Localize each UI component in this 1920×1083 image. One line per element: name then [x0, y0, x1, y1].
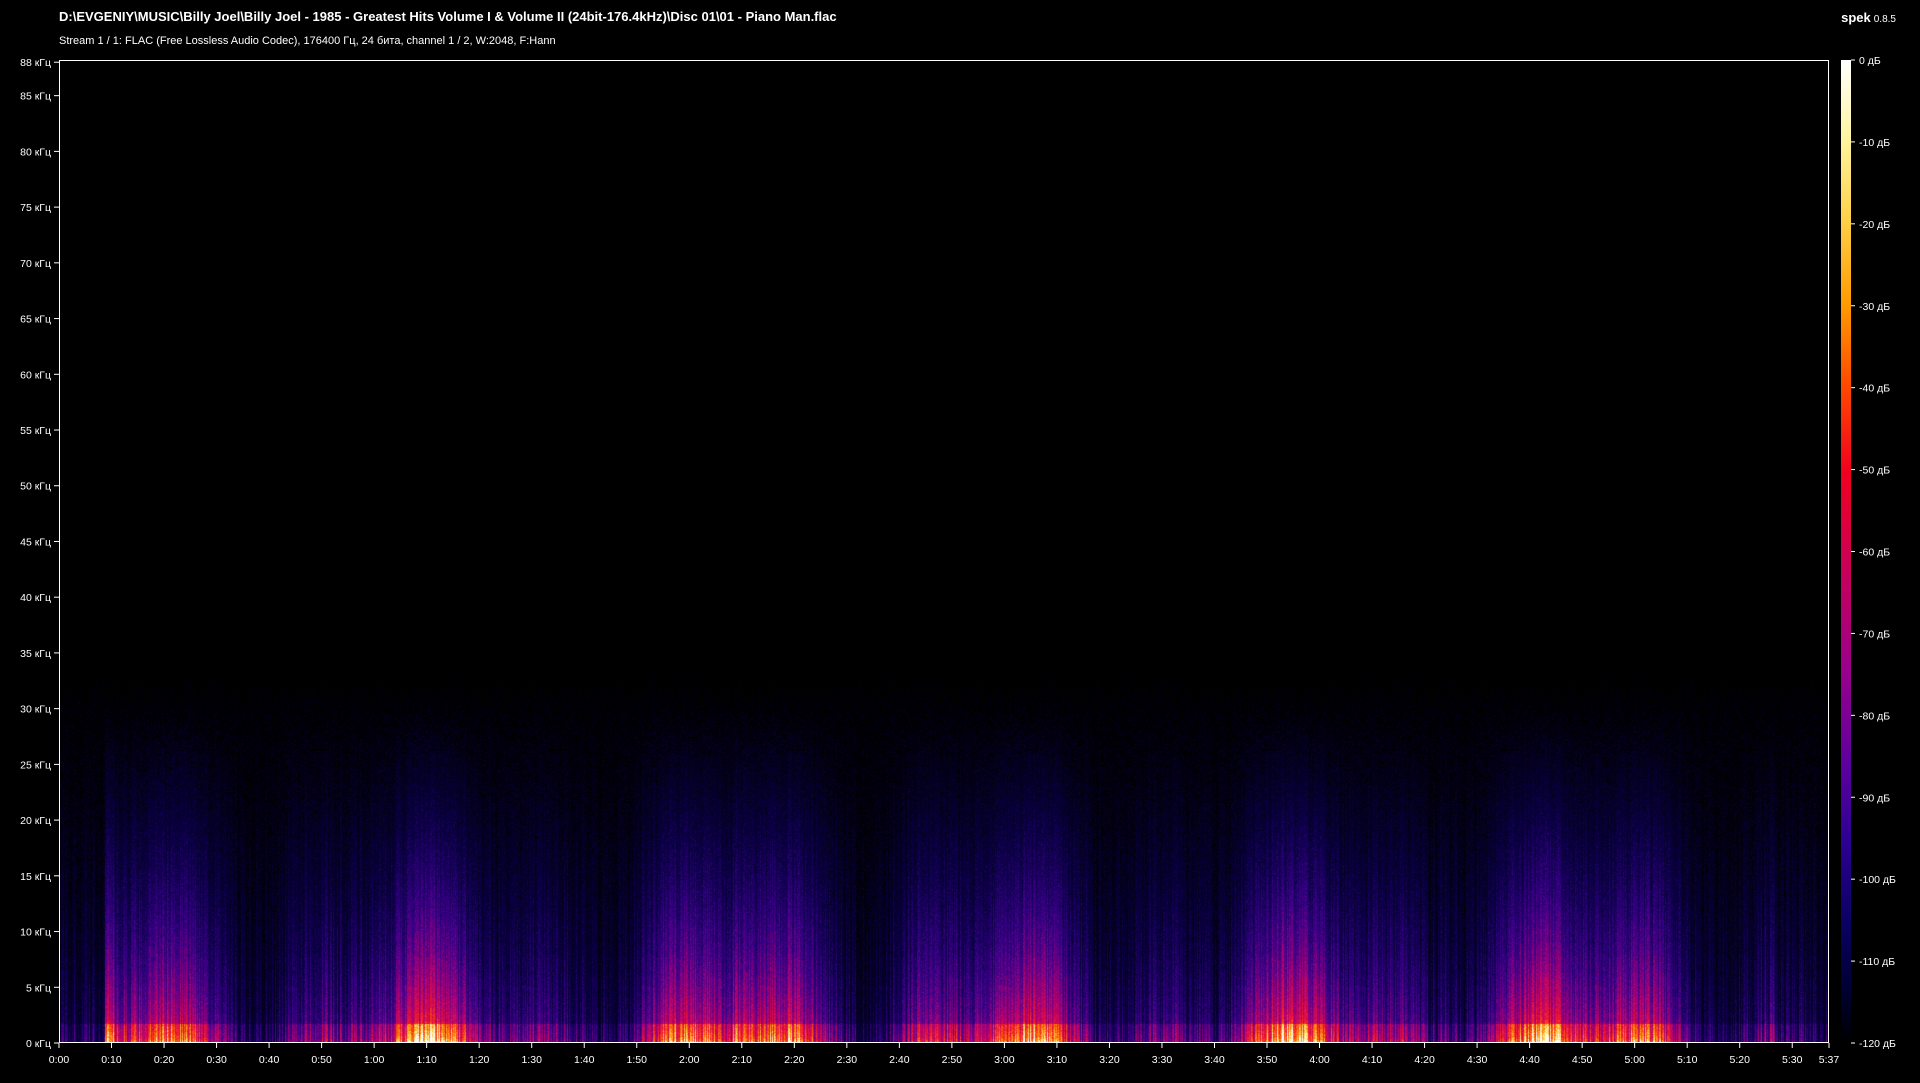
freq-tick-label: 80 кГц [20, 146, 51, 158]
time-axis: 0:00 0:10 0:20 0:30 0:40 0:50 1:00 1:10 1:20 1:30… [49, 1043, 1840, 1066]
stream-info: Stream 1 / 1: FLAC (Free Lossless Audio … [59, 35, 556, 47]
time-tick-label: 0:20 [154, 1054, 175, 1066]
time-tick-label: 0:40 [259, 1054, 280, 1066]
time-tick-label: 4:10 [1362, 1054, 1383, 1066]
time-tick-label: 2:00 [679, 1054, 700, 1066]
time-tick-label: 2:30 [837, 1054, 858, 1066]
freq-tick-label: 5 кГц [26, 982, 51, 994]
db-tick-label: -80 дБ [1859, 710, 1890, 722]
time-tick-label: 3:30 [1152, 1054, 1173, 1066]
freq-tick-label: 65 кГц [20, 314, 51, 326]
freq-tick-label: 30 кГц [20, 704, 51, 716]
time-tick-label: 4:50 [1572, 1054, 1593, 1066]
time-tick-label: 3:40 [1204, 1054, 1225, 1066]
time-tick-label: 2:10 [732, 1054, 753, 1066]
freq-tick-label: 35 кГц [20, 648, 51, 660]
db-tick-label: -10 дБ [1859, 137, 1890, 149]
db-tick-label: -50 дБ [1859, 465, 1890, 477]
db-tick-label: -20 дБ [1859, 219, 1890, 231]
file-path-title: D:\EVGENIY\MUSIC\Billy Joel\Billy Joel -… [59, 9, 837, 24]
freq-tick-label: 10 кГц [20, 927, 51, 939]
app-version: 0.8.5 [1873, 14, 1896, 25]
db-tick-label: -30 дБ [1859, 301, 1890, 313]
time-tick-label: 0:30 [206, 1054, 227, 1066]
freq-tick-label: 88 кГц [20, 57, 51, 69]
time-tick-label: 2:50 [942, 1054, 963, 1066]
time-tick-label: 1:50 [627, 1054, 648, 1066]
db-tick-label: 0 дБ [1859, 55, 1881, 67]
time-tick-label: 5:20 [1729, 1054, 1750, 1066]
time-tick-label: 4:20 [1414, 1054, 1435, 1066]
time-tick-label: 1:20 [469, 1054, 490, 1066]
db-tick-label: -70 дБ [1859, 628, 1890, 640]
time-tick-label: 4:00 [1309, 1054, 1330, 1066]
freq-tick-label: 50 кГц [20, 481, 51, 493]
time-tick-label: 1:00 [364, 1054, 385, 1066]
spectrogram-image [60, 61, 1828, 1042]
time-tick-label: 0:50 [311, 1054, 332, 1066]
db-axis: 0 дБ -10 дБ -20 дБ -30 дБ -40 дБ -50 дБ -60 дБ… [1851, 55, 1896, 1050]
app-name: spek [1841, 10, 1871, 25]
time-tick-label: 3:10 [1047, 1054, 1068, 1066]
time-tick-label: 0:00 [49, 1054, 70, 1066]
freq-tick-label: 40 кГц [20, 592, 51, 604]
db-tick-label: -100 дБ [1859, 874, 1896, 886]
time-tick-label: 5:37 [1819, 1054, 1840, 1066]
freq-tick-label: 75 кГц [20, 202, 51, 214]
time-tick-label: 3:50 [1257, 1054, 1278, 1066]
freq-tick-label: 45 кГц [20, 536, 51, 548]
time-tick-label: 5:30 [1782, 1054, 1803, 1066]
time-tick-label: 4:40 [1519, 1054, 1540, 1066]
app-brand: spek 0.8.5 [1841, 10, 1896, 25]
freq-tick-label: 55 кГц [20, 425, 51, 437]
db-tick-label: -110 дБ [1859, 956, 1895, 968]
time-tick-label: 1:30 [521, 1054, 542, 1066]
db-tick-label: -120 дБ [1859, 1038, 1896, 1050]
frequency-axis: 0 кГц 5 кГц 10 кГц 15 кГц 20 кГц 25 кГц 30 кГц… [20, 57, 59, 1050]
freq-tick-label: 0 кГц [26, 1038, 51, 1050]
freq-tick-label: 60 кГц [20, 369, 51, 381]
time-tick-label: 2:40 [889, 1054, 910, 1066]
time-tick-label: 1:10 [416, 1054, 437, 1066]
freq-tick-label: 20 кГц [20, 815, 51, 827]
time-tick-label: 3:20 [1099, 1054, 1120, 1066]
freq-tick-label: 70 кГц [20, 258, 51, 270]
db-tick-label: -40 дБ [1859, 383, 1890, 395]
db-tick-label: -90 дБ [1859, 792, 1890, 804]
time-tick-label: 3:00 [994, 1054, 1015, 1066]
time-tick-label: 0:10 [101, 1054, 122, 1066]
time-tick-label: 5:00 [1624, 1054, 1645, 1066]
time-tick-label: 4:30 [1467, 1054, 1488, 1066]
time-tick-label: 2:20 [784, 1054, 805, 1066]
db-color-scale [1841, 60, 1851, 1043]
spek-window: D:\EVGENIY\MUSIC\Billy Joel\Billy Joel -… [0, 0, 1920, 1083]
db-tick-label: -60 дБ [1859, 547, 1890, 559]
time-tick-label: 1:40 [574, 1054, 595, 1066]
time-tick-label: 5:10 [1677, 1054, 1698, 1066]
freq-tick-label: 15 кГц [20, 871, 51, 883]
freq-tick-label: 85 кГц [20, 91, 51, 103]
spectrogram-plot[interactable] [59, 60, 1829, 1043]
freq-tick-label: 25 кГц [20, 759, 51, 771]
